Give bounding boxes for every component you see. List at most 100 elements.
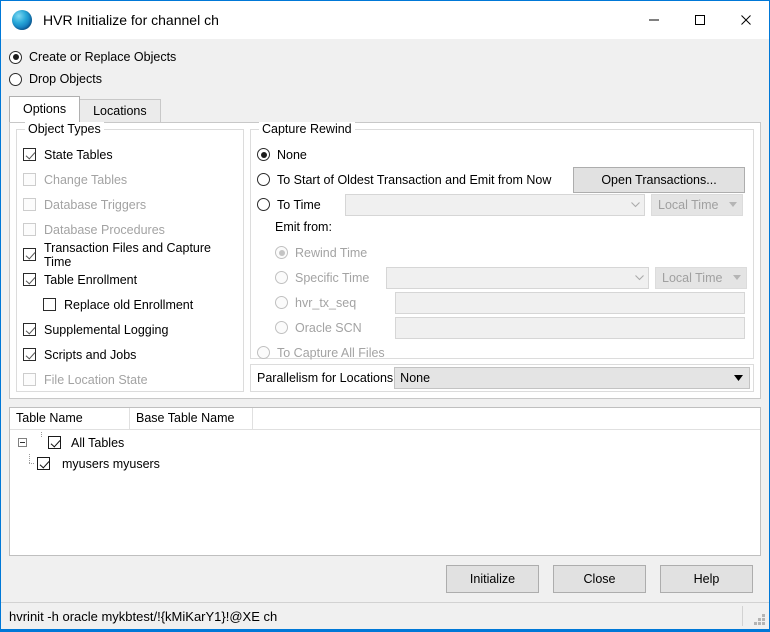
radio-emit-specific-time-indicator [275,271,288,284]
tables-header-row: Table Name Base Table Name [10,408,760,430]
checkbox-state-tables-box [23,148,36,161]
checkbox-change-tables-label: Change Tables [44,172,128,187]
oracle-scn-input [395,316,745,339]
tree-line [37,432,46,448]
tab-locations[interactable]: Locations [79,99,161,122]
tree-collapse-icon[interactable] [18,438,27,447]
radio-rewind-to-time-label: To Time [277,197,321,212]
capture-rewind-legend: Capture Rewind [259,122,355,136]
checkbox-myusers[interactable] [37,457,50,470]
checkbox-table-enrollment-box [23,273,36,286]
radio-rewind-none-indicator [257,148,270,161]
chevron-down-icon [728,275,746,280]
chevron-down-icon [626,201,644,208]
checkbox-all-tables[interactable] [48,436,61,449]
capture-rewind-group: Capture Rewind None To Start of Oldest T… [250,122,754,360]
chevron-down-icon [727,375,749,381]
radio-drop-label: Drop Objects [29,72,102,86]
checkbox-file-location-state-box [23,373,36,386]
hvr-tx-seq-input [395,291,745,314]
radio-rewind-to-time[interactable]: To Time Local Time [257,192,747,217]
parallelism-group: Parallelism for Locations None [250,364,754,392]
checkbox-transaction-files-and-capture-time[interactable]: Transaction Files and Capture Time [23,240,237,269]
radio-emit-rewind-time-label: Rewind Time [295,245,368,260]
radio-to-capture-all-files: To Capture All Files [257,340,747,365]
status-command-text: hvrinit -h oracle mykbtest/!{kMiKarY1}!@… [9,608,278,624]
status-separator [742,606,743,626]
checkbox-replace-old-enrollment[interactable]: Replace old Enrollment [43,292,237,317]
to-time-zone-combo[interactable]: Local Time [651,193,743,216]
checkbox-supplemental-logging-box [23,323,36,336]
radio-emit-oracle-scn-label: Oracle SCN [295,320,362,335]
table-row-label: myusers myusers [62,456,160,471]
open-transactions-button[interactable]: Open Transactions... [573,166,745,193]
checkbox-file-location-state-label: File Location State [44,372,148,387]
column-header-base-table-name[interactable]: Base Table Name [130,408,253,429]
radio-rewind-oldest-indicator [257,173,270,186]
tree-line [26,454,35,469]
object-types-legend: Object Types [25,122,104,136]
radio-emit-rewind-time: Rewind Time [275,240,747,265]
checkbox-change-tables-box [23,173,36,186]
emit-from-label: Emit from: [275,220,332,234]
checkbox-database-procedures-label: Database Procedures [44,222,165,237]
radio-create-or-replace-objects[interactable]: Create or Replace Objects [9,47,769,67]
resize-grip[interactable] [753,614,766,627]
specific-time-combo [386,266,649,289]
minimize-icon[interactable] [631,1,677,39]
radio-rewind-none[interactable]: None [257,142,747,167]
tab-options[interactable]: Options [9,96,81,122]
parallelism-combo[interactable]: None [394,367,750,389]
checkbox-supplemental-logging[interactable]: Supplemental Logging [23,317,237,342]
window-controls [631,1,769,39]
checkbox-replace-old-enrollment-label: Replace old Enrollment [64,297,194,312]
checkbox-supplemental-logging-label: Supplemental Logging [44,322,169,337]
close-icon[interactable] [723,1,769,39]
right-column: Capture Rewind None To Start of Oldest T… [250,122,754,392]
radio-emit-rewind-time-indicator [275,246,288,259]
table-row[interactable]: myusers myusers [10,453,760,474]
radio-rewind-none-label: None [277,147,307,162]
radio-emit-specific-time-label: Specific Time [295,270,370,285]
initialize-button[interactable]: Initialize [446,565,539,593]
hvr-sphere-icon [12,10,32,30]
checkbox-table-enrollment[interactable]: Table Enrollment [23,267,237,292]
title-bar: HVR Initialize for channel ch [1,1,769,39]
help-button[interactable]: Help [660,565,753,593]
tab-bar: Options Locations [1,96,769,122]
radio-emit-oracle-scn-indicator [275,321,288,334]
column-header-table-name[interactable]: Table Name [10,408,130,429]
to-time-combo[interactable] [345,193,645,216]
table-row[interactable]: All Tables [10,432,760,453]
checkbox-change-tables: Change Tables [23,167,237,192]
radio-emit-oracle-scn: Oracle SCN [275,315,747,340]
radio-drop-indicator [9,72,22,86]
radio-to-capture-all-files-label: To Capture All Files [277,345,385,360]
checkbox-database-triggers-label: Database Triggers [44,197,147,212]
tables-list: Table Name Base Table Name All Tables my… [9,407,761,556]
checkbox-database-procedures: Database Procedures [23,217,237,242]
dialog-button-bar: Initialize Close Help [1,556,769,602]
radio-create-label: Create or Replace Objects [29,50,177,64]
radio-drop-objects[interactable]: Drop Objects [9,69,769,89]
object-types-group: Object Types State Tables Change Tables … [16,122,244,392]
checkbox-scripts-and-jobs[interactable]: Scripts and Jobs [23,342,237,367]
radio-emit-hvr-tx-seq-label: hvr_tx_seq [295,295,357,310]
radio-rewind-oldest-transaction[interactable]: To Start of Oldest Transaction and Emit … [257,166,747,193]
column-header-blank [253,408,760,429]
radio-to-capture-all-files-indicator [257,346,270,359]
chevron-down-icon [724,202,742,207]
checkbox-database-triggers-box [23,198,36,211]
status-bar: hvrinit -h oracle mykbtest/!{kMiKarY1}!@… [1,602,769,629]
bottom-accent-bar [1,629,769,631]
radio-create-indicator [9,50,22,64]
maximize-icon[interactable] [677,1,723,39]
chevron-down-icon [630,274,648,281]
checkbox-transaction-files-label: Transaction Files and Capture Time [44,240,211,269]
checkbox-replace-old-enrollment-box [43,298,56,311]
checkbox-state-tables-label: State Tables [44,147,113,162]
checkbox-state-tables[interactable]: State Tables [23,142,237,167]
close-button[interactable]: Close [553,565,646,593]
radio-emit-specific-time: Specific Time Local Time [275,265,747,290]
checkbox-file-location-state: File Location State [23,367,237,392]
